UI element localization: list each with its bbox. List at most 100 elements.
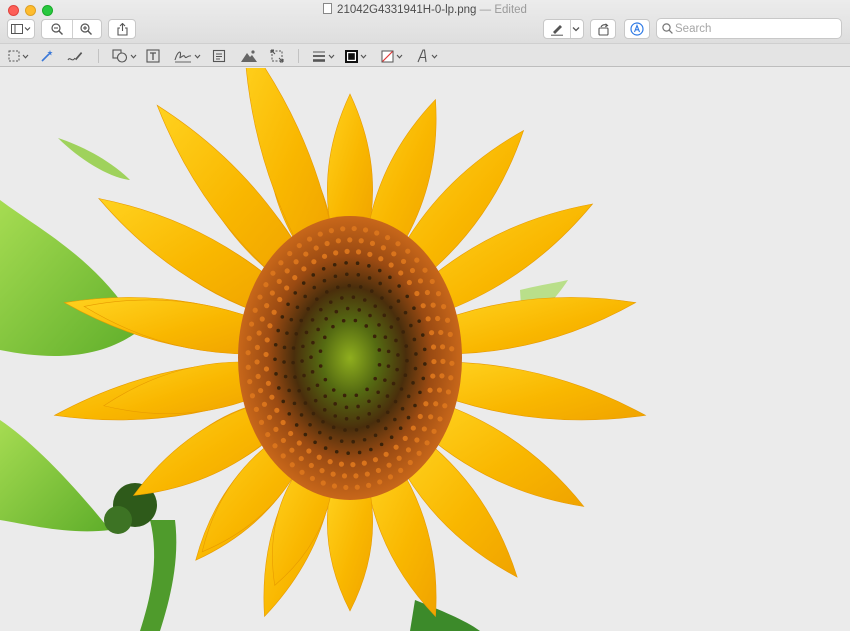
seed-dot xyxy=(293,291,298,295)
markup-pen-button[interactable] xyxy=(544,20,569,38)
note-button[interactable] xyxy=(212,47,226,65)
seed-dot xyxy=(263,282,269,288)
seed-dot xyxy=(322,278,327,283)
seed-dot xyxy=(333,250,339,256)
seed-dot xyxy=(316,327,320,332)
seed-dot xyxy=(297,388,301,393)
seed-dot xyxy=(402,435,408,441)
seed-dot xyxy=(278,260,284,266)
seed-dot xyxy=(400,406,405,411)
seed-dot xyxy=(403,310,408,315)
seed-dot xyxy=(395,367,399,372)
seed-dot xyxy=(448,375,454,381)
seed-dot xyxy=(383,451,389,457)
seed-dot xyxy=(388,289,392,294)
chevron-down-icon xyxy=(360,54,367,59)
zoom-in-button[interactable] xyxy=(72,20,102,38)
seed-dot xyxy=(386,349,391,354)
text-button[interactable] xyxy=(146,47,160,65)
seed-dot xyxy=(299,413,304,417)
seed-dot xyxy=(322,408,327,412)
seed-dot xyxy=(436,387,443,393)
seed-dot xyxy=(339,439,344,443)
seed-dot xyxy=(439,344,446,350)
seed-dot xyxy=(367,251,373,257)
adjust-size-button[interactable] xyxy=(270,47,284,65)
seed-dot xyxy=(249,393,256,399)
seed-dot xyxy=(351,295,356,299)
adjust-color-icon xyxy=(241,50,257,62)
seed-dot xyxy=(385,394,390,398)
shapes-button[interactable] xyxy=(112,47,137,65)
sign-button[interactable] xyxy=(174,47,201,65)
instant-alpha-button[interactable] xyxy=(40,47,54,65)
text-style-button[interactable] xyxy=(416,47,438,65)
rectangular-selection-button[interactable] xyxy=(8,47,29,65)
seed-dot xyxy=(420,303,426,309)
markup-toolbar-button[interactable] xyxy=(624,19,650,39)
fill-color-icon xyxy=(381,50,394,62)
shapes-icon xyxy=(112,49,128,63)
seed-dot xyxy=(302,373,306,378)
seed-dot xyxy=(438,329,444,336)
seed-dot xyxy=(367,276,372,280)
seed-dot xyxy=(417,278,424,284)
seed-dot xyxy=(311,273,316,277)
seed-dot xyxy=(449,346,455,352)
adjust-color-button[interactable] xyxy=(240,47,258,65)
seed-dot xyxy=(412,337,417,342)
seed-dot xyxy=(303,294,307,299)
seed-dot xyxy=(345,272,349,277)
seed-dot xyxy=(380,245,386,251)
rectangular-selection-icon xyxy=(8,50,20,62)
seed-dot xyxy=(354,393,359,398)
seed-dot xyxy=(294,423,299,427)
fill-color-button[interactable] xyxy=(381,47,403,65)
seed-dot xyxy=(398,467,404,474)
seed-dot xyxy=(344,248,350,254)
search-field[interactable] xyxy=(656,18,842,39)
chevron-down-icon xyxy=(130,54,137,59)
zoom-in-icon xyxy=(80,23,93,35)
seed-dot xyxy=(342,393,347,398)
seed-dot xyxy=(437,416,443,422)
border-color-button[interactable] xyxy=(345,47,367,65)
seed-dot xyxy=(403,373,408,378)
zoom-out-button[interactable] xyxy=(42,20,72,38)
sketch-button[interactable] xyxy=(67,47,83,65)
seed-dot xyxy=(321,419,325,424)
markup-toolbar xyxy=(0,43,850,67)
seed-dot xyxy=(255,373,261,379)
seed-dot xyxy=(427,387,433,393)
seed-dot xyxy=(273,357,277,362)
seed-dot xyxy=(417,413,423,420)
share-button[interactable] xyxy=(108,19,136,39)
seed-dot xyxy=(416,450,422,456)
seed-dot xyxy=(377,323,381,327)
instant-alpha-icon xyxy=(41,50,53,62)
seed-dot xyxy=(424,440,430,446)
seed-dot xyxy=(308,462,314,469)
seed-dot xyxy=(347,283,352,288)
shape-style-button[interactable] xyxy=(312,47,335,65)
search-input[interactable] xyxy=(675,21,835,36)
seed-dot xyxy=(331,425,336,430)
window-title: 21042G4331941H-0-lp.png — Edited xyxy=(0,3,850,16)
seed-dot xyxy=(334,449,339,454)
seed-dot xyxy=(444,317,451,323)
seed-dot xyxy=(340,296,344,300)
markup-pen-menu-button[interactable] xyxy=(569,20,583,38)
seed-dot xyxy=(328,300,333,304)
seed-dot xyxy=(303,432,308,437)
window-separator: — xyxy=(476,4,495,16)
flower-center[interactable] xyxy=(238,216,462,500)
text-icon xyxy=(146,49,160,63)
seed-dot xyxy=(372,457,379,463)
seed-dot xyxy=(270,270,276,276)
seed-dot xyxy=(439,373,445,379)
view-menu-button[interactable] xyxy=(7,19,35,39)
seed-dot xyxy=(287,412,292,416)
image-canvas[interactable] xyxy=(0,68,850,631)
seed-dot xyxy=(259,316,265,322)
rotate-button[interactable] xyxy=(590,19,616,39)
